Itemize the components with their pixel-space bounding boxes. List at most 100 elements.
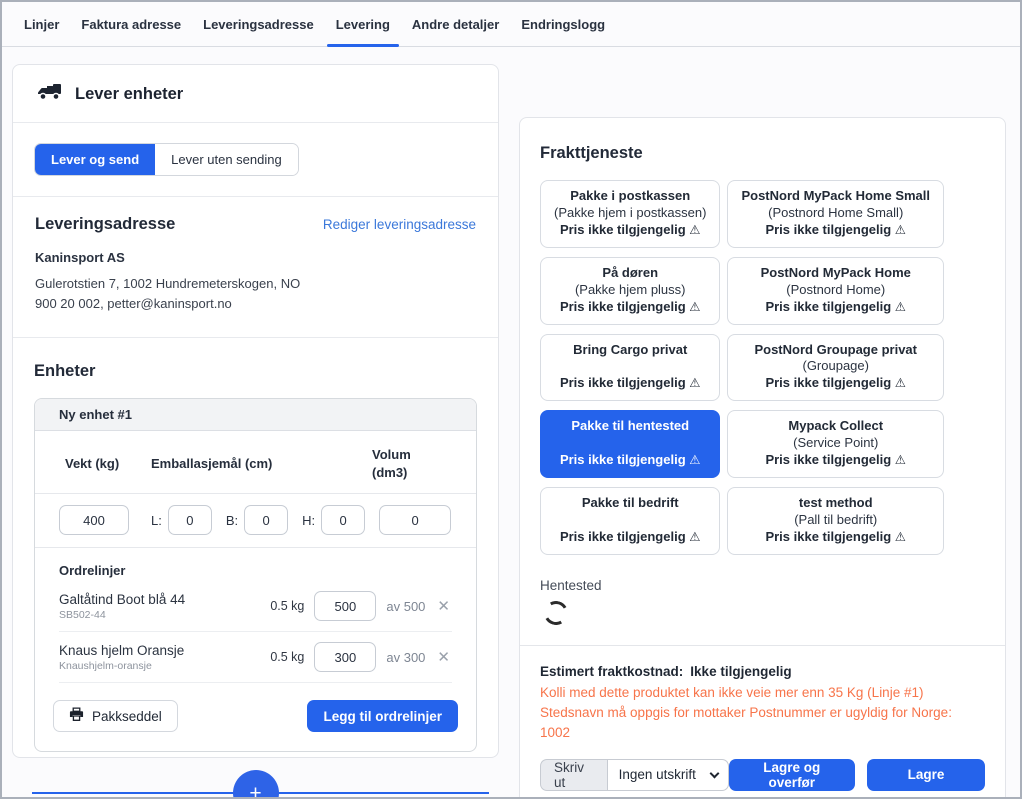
warning-icon: ⚠ <box>689 376 700 390</box>
deliver-units-column: Lever enheter Lever og send Lever uten s… <box>12 64 499 799</box>
estimate-label: Estimert fraktkostnad: <box>540 664 683 679</box>
freight-service-title: Frakttjeneste <box>540 144 985 163</box>
add-unit-button[interactable]: + <box>233 770 279 799</box>
length-label: L: <box>151 513 162 528</box>
deliver-units-title: Lever enheter <box>75 85 183 104</box>
loading-spinner <box>541 598 570 627</box>
deliver-units-header: Lever enheter <box>13 65 498 123</box>
orderline-of-total: av 500 <box>386 599 425 614</box>
app-window: Linjer Faktura adresse Leveringsadresse … <box>0 0 1022 799</box>
save-and-transfer-button[interactable]: Lagre og overfør <box>729 759 855 791</box>
freight-card: Frakttjeneste Pakke i postkassen (Pakke … <box>519 117 1006 799</box>
delivery-mode-toggle: Lever og send Lever uten sending <box>34 143 299 176</box>
delivery-mode-row: Lever og send Lever uten sending <box>13 123 498 197</box>
warning-icon: ⚠ <box>689 453 700 467</box>
shipping-method-pakke-til-hentested[interactable]: Pakke til hentested Pris ikke tilgjengel… <box>540 410 720 478</box>
orderline-sku: SB502-44 <box>59 609 185 621</box>
shipping-method-mypack-collect[interactable]: Mypack Collect (Service Point) Pris ikke… <box>727 410 944 478</box>
remove-orderline-icon[interactable]: ✕ <box>435 597 452 616</box>
dimensions-column-header: Emballasjemål (cm) <box>151 456 372 471</box>
deliver-and-send-button[interactable]: Lever og send <box>35 144 155 175</box>
shipping-method-test-method[interactable]: test method (Pall til bedrift) Pris ikke… <box>727 487 944 555</box>
print-option-select[interactable]: Ingen utskrift <box>607 759 729 791</box>
orderline-name: Galtåtind Boot blå 44 <box>59 592 185 607</box>
tab-leveringsadresse[interactable]: Leveringsadresse <box>192 2 325 46</box>
height-input[interactable] <box>321 505 365 535</box>
packing-slip-label: Pakkseddel <box>92 709 162 724</box>
address-contact: 900 20 002, petter@kaninsport.no <box>35 296 476 311</box>
freight-estimate: Estimert fraktkostnad: Ikke tilgjengelig <box>540 664 985 679</box>
measure-header-row: Vekt (kg) Emballasjemål (cm) Volum (dm3) <box>35 431 476 494</box>
measure-input-row: L: B: H: <box>35 494 476 548</box>
volume-input[interactable] <box>379 505 451 535</box>
delivery-address-section: Leveringsadresse Rediger leveringsadress… <box>13 197 498 338</box>
orderlines-section: Ordrelinjer Galtåtind Boot blå 44 SB502-… <box>35 548 476 683</box>
width-input[interactable] <box>244 505 288 535</box>
unit-card-title: Ny enhet #1 <box>35 399 476 431</box>
orderline-of-total: av 300 <box>386 650 425 665</box>
print-label: Skriv ut <box>540 759 607 791</box>
width-label: B: <box>226 513 238 528</box>
warning-icon: ⚠ <box>895 300 906 314</box>
weight-input[interactable] <box>59 505 129 535</box>
warning-icon: ⚠ <box>895 453 906 467</box>
tab-faktura-adresse[interactable]: Faktura adresse <box>70 2 192 46</box>
truck-icon <box>35 81 62 107</box>
orderline-name: Knaus hjelm Oransje <box>59 643 184 658</box>
edit-delivery-address-link[interactable]: Rediger leveringsadresse <box>323 217 476 232</box>
shipping-method-postnord-groupage-privat[interactable]: PostNord Groupage privat (Groupage) Pris… <box>727 334 944 402</box>
warning-icon: ⚠ <box>689 530 700 544</box>
tab-andre-detaljer[interactable]: Andre detaljer <box>401 2 510 46</box>
shipping-method-pakke-til-bedrift[interactable]: Pakke til bedrift Pris ikke tilgjengelig… <box>540 487 720 555</box>
orderline-sku: Knaushjelm-oransje <box>59 660 184 672</box>
freight-footer: Skriv ut Ingen utskrift Lagre og overfør… <box>540 759 985 799</box>
shipping-method-pa-doren[interactable]: På døren (Pakke hjem pluss) Pris ikke ti… <box>540 257 720 325</box>
delivery-address-title: Leveringsadresse <box>35 215 175 234</box>
shipping-method-postnord-mypack-home-small[interactable]: PostNord MyPack Home Small (Postnord Hom… <box>727 180 944 248</box>
warning-icon: ⚠ <box>689 223 700 237</box>
length-input[interactable] <box>168 505 212 535</box>
height-label: H: <box>302 513 315 528</box>
warning-icon: ⚠ <box>895 376 906 390</box>
unit-card: Ny enhet #1 Vekt (kg) Emballasjemål (cm)… <box>34 398 477 752</box>
orderline-weight: 0.5 kg <box>270 599 304 613</box>
shipping-method-postnord-mypack-home[interactable]: PostNord MyPack Home (Postnord Home) Pri… <box>727 257 944 325</box>
add-orderlines-button[interactable]: Legg til ordrelinjer <box>307 700 458 732</box>
shipping-methods-grid: Pakke i postkassen (Pakke hjem i postkas… <box>540 180 985 555</box>
warning-icon: ⚠ <box>895 223 906 237</box>
tab-linjer[interactable]: Linjer <box>13 2 70 46</box>
unit-actions-row: Pakkseddel Legg til ordrelinjer <box>35 683 476 751</box>
deliver-units-card: Lever enheter Lever og send Lever uten s… <box>12 64 499 758</box>
freight-column: Frakttjeneste Pakke i postkassen (Pakke … <box>519 64 1006 799</box>
tab-endringslogg[interactable]: Endringslogg <box>510 2 616 46</box>
deliver-without-shipping-button[interactable]: Lever uten sending <box>155 144 298 175</box>
save-button[interactable]: Lagre <box>867 759 985 791</box>
add-unit-row: + <box>12 770 499 799</box>
address-street: Gulerotstien 7, 1002 Hundremeterskogen, … <box>35 276 476 291</box>
warning-icon: ⚠ <box>689 300 700 314</box>
volume-column-header: Volum (dm3) <box>372 446 452 481</box>
shipping-method-pakke-i-postkassen[interactable]: Pakke i postkassen (Pakke hjem i postkas… <box>540 180 720 248</box>
orderline-qty-input[interactable] <box>314 642 376 672</box>
tab-bar: Linjer Faktura adresse Leveringsadresse … <box>2 2 1020 47</box>
units-title: Enheter <box>34 362 477 381</box>
orderline-row: Galtåtind Boot blå 44 SB502-44 0.5 kg av… <box>59 581 452 632</box>
weight-column-header: Vekt (kg) <box>59 456 151 471</box>
page-content: Lever enheter Lever og send Lever uten s… <box>2 47 1020 799</box>
orderline-weight: 0.5 kg <box>270 650 304 664</box>
remove-orderline-icon[interactable]: ✕ <box>435 648 452 667</box>
estimate-value: Ikke tilgjengelig <box>690 664 791 679</box>
orderline-row: Knaus hjelm Oransje Knaushjelm-oransje 0… <box>59 632 452 683</box>
pickup-point-section: Hentested <box>540 578 985 625</box>
pickup-point-label: Hentested <box>540 578 985 593</box>
orderline-qty-input[interactable] <box>314 591 376 621</box>
warning-icon: ⚠ <box>895 530 906 544</box>
address-company: Kaninsport AS <box>35 250 476 265</box>
units-section: Enheter Ny enhet #1 Vekt (kg) Emballasje… <box>13 338 498 757</box>
shipping-method-bring-cargo-privat[interactable]: Bring Cargo privat Pris ikke tilgjengeli… <box>540 334 720 402</box>
packing-slip-button[interactable]: Pakkseddel <box>53 700 178 732</box>
freight-divider <box>520 645 1005 646</box>
freight-error-message: Kolli med dette produktet kan ikke veie … <box>540 683 985 744</box>
tab-levering[interactable]: Levering <box>325 2 401 46</box>
printer-icon <box>69 707 84 725</box>
